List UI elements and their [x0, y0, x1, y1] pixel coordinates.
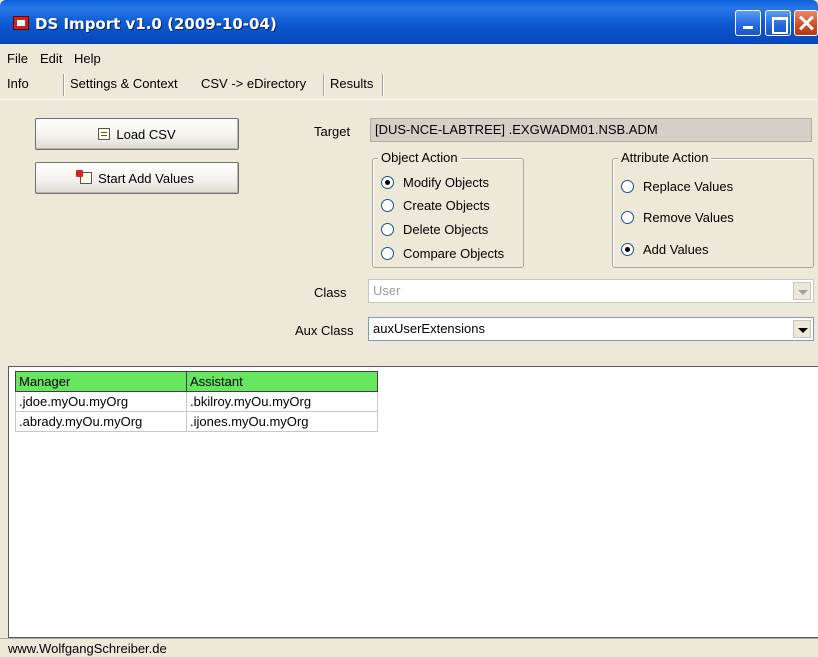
add-document-icon	[76, 170, 93, 184]
grid-cell[interactable]: .jdoe.myOu.myOrg	[15, 391, 187, 412]
tab-settings-context[interactable]: Settings & Context	[68, 76, 180, 91]
app-window: DS Import v1.0 (2009-10-04) File Edit He…	[0, 0, 818, 657]
radio-replace-values[interactable]: Replace Values	[621, 179, 733, 194]
tab-separator	[382, 74, 384, 96]
window-title: DS Import v1.0 (2009-10-04)	[35, 15, 277, 33]
tab-separator	[63, 74, 65, 96]
grid-table: Manager Assistant .jdoe.myOu.myOrg .bkil…	[15, 371, 378, 432]
radio-label: Delete Objects	[403, 222, 489, 237]
radio-remove-values[interactable]: Remove Values	[621, 210, 734, 225]
radio-button[interactable]	[621, 211, 634, 224]
tab-csv-edirectory[interactable]: CSV -> eDirectory	[199, 76, 308, 91]
class-value: User	[373, 283, 401, 298]
chevron-down-icon	[793, 282, 811, 300]
object-action-title: Object Action	[378, 150, 461, 165]
radio-button[interactable]	[381, 199, 394, 212]
radio-create-objects[interactable]: Create Objects	[381, 198, 490, 213]
radio-label: Replace Values	[643, 179, 734, 194]
maximize-button[interactable]	[765, 10, 791, 36]
menu-bar: File Edit Help	[0, 44, 818, 70]
menu-help[interactable]: Help	[74, 51, 101, 66]
radio-compare-objects[interactable]: Compare Objects	[381, 246, 504, 261]
radio-label: Compare Objects	[403, 246, 505, 261]
menu-edit[interactable]: Edit	[40, 51, 62, 66]
tab-separator	[323, 74, 325, 96]
grid-cell[interactable]: .ijones.myOu.myOrg	[186, 411, 378, 432]
load-csv-label: Load CSV	[116, 126, 176, 142]
radio-button[interactable]	[381, 176, 394, 189]
class-dropdown: User	[368, 279, 814, 303]
table-row[interactable]: .abrady.myOu.myOrg .ijones.myOu.myOrg	[15, 411, 378, 432]
grid-cell[interactable]: .bkilroy.myOu.myOrg	[186, 391, 378, 412]
aux-class-value: auxUserExtensions	[373, 321, 485, 336]
close-button[interactable]	[794, 10, 818, 36]
radio-label: Modify Objects	[403, 175, 489, 190]
target-field: [DUS-NCE-LABTREE] .EXGWADM01.NSB.ADM	[370, 118, 812, 142]
radio-button[interactable]	[621, 243, 634, 256]
chevron-down-icon[interactable]	[793, 320, 811, 338]
start-add-values-button[interactable]: Start Add Values	[35, 162, 239, 194]
object-action-group: Object Action Modify Objects Create Obje…	[372, 150, 524, 268]
tab-info[interactable]: Info	[5, 76, 31, 91]
status-text: www.WolfgangSchreiber.de	[8, 641, 167, 656]
load-csv-button[interactable]: Load CSV	[35, 118, 239, 150]
radio-delete-objects[interactable]: Delete Objects	[381, 222, 488, 237]
table-row[interactable]: .jdoe.myOu.myOrg .bkilroy.myOu.myOrg	[15, 391, 378, 412]
tab-results[interactable]: Results	[328, 76, 375, 91]
radio-add-values[interactable]: Add Values	[621, 242, 709, 257]
document-icon	[98, 128, 111, 140]
grid-header-row: Manager Assistant	[15, 371, 378, 392]
class-label: Class	[314, 285, 347, 300]
title-bar[interactable]: DS Import v1.0 (2009-10-04)	[0, 0, 818, 44]
radio-button[interactable]	[381, 223, 394, 236]
column-header-manager[interactable]: Manager	[15, 371, 187, 392]
start-add-values-label: Start Add Values	[98, 170, 194, 186]
minimize-button[interactable]	[735, 10, 761, 36]
radio-modify-objects[interactable]: Modify Objects	[381, 175, 489, 190]
target-label: Target	[314, 124, 351, 139]
radio-label: Add Values	[643, 242, 709, 257]
menu-file[interactable]: File	[7, 51, 28, 66]
attribute-action-group: Attribute Action Replace Values Remove V…	[612, 150, 814, 268]
radio-label: Remove Values	[643, 210, 734, 225]
app-icon[interactable]	[13, 16, 29, 30]
aux-class-dropdown[interactable]: auxUserExtensions	[368, 317, 814, 341]
radio-button[interactable]	[621, 180, 634, 193]
status-bar: www.WolfgangSchreiber.de	[0, 638, 818, 657]
tab-bar: Info Settings & Context CSV -> eDirector…	[0, 70, 818, 100]
radio-label: Create Objects	[403, 198, 490, 213]
column-header-assistant[interactable]: Assistant	[186, 371, 378, 392]
grid-cell[interactable]: .abrady.myOu.myOrg	[15, 411, 187, 432]
radio-button[interactable]	[381, 247, 394, 260]
data-grid[interactable]: Manager Assistant .jdoe.myOu.myOrg .bkil…	[8, 366, 818, 638]
attribute-action-title: Attribute Action	[618, 150, 712, 165]
aux-class-label: Aux Class	[295, 323, 354, 338]
